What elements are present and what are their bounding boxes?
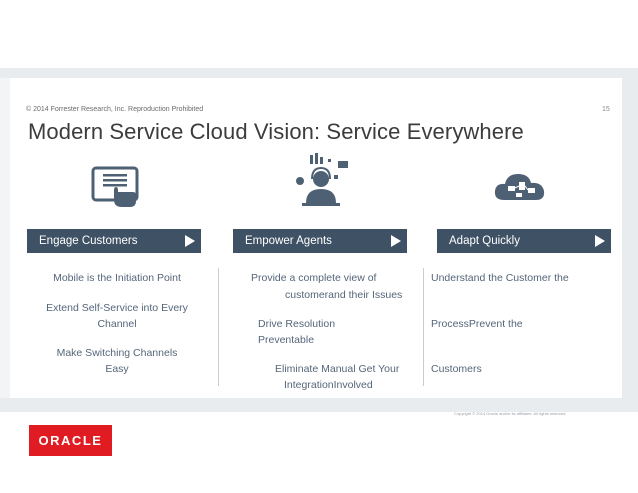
list-item: Extend Self-Service into Every xyxy=(46,302,188,314)
forrester-copyright: © 2014 Forrester Research, Inc. Reproduc… xyxy=(26,106,204,113)
tablet-touch-icon xyxy=(91,166,139,207)
list-item: customerand their Issues xyxy=(285,289,403,301)
list-item: Customers xyxy=(431,363,482,375)
column-divider xyxy=(423,268,424,386)
engage-customers-bar: Engage Customers xyxy=(27,229,201,253)
adapt-quickly-heading: Adapt Quickly xyxy=(449,235,520,247)
list-item: Drive Resolution xyxy=(258,318,336,330)
list-item: Eliminate Manual Get Your xyxy=(275,363,400,375)
play-arrow-icon xyxy=(391,235,401,247)
cloud-network-icon xyxy=(494,174,545,200)
list-item: IntegrationInvolved xyxy=(284,379,373,391)
play-arrow-icon xyxy=(595,235,605,247)
top-band xyxy=(0,68,638,78)
list-item: Understand the Customer the xyxy=(431,272,569,284)
list-item: Preventable xyxy=(258,334,315,346)
empower-agents-bar: Empower Agents xyxy=(233,229,407,253)
list-item: Provide a complete view of xyxy=(251,272,377,284)
list-item: Easy xyxy=(105,363,129,375)
play-arrow-icon xyxy=(185,235,195,247)
column-divider xyxy=(218,268,219,386)
oracle-copyright: Copyright © 2014 Oracle and/or its affil… xyxy=(454,411,567,416)
engage-customers-heading: Engage Customers xyxy=(39,235,138,247)
list-item: Make Switching Channels xyxy=(56,347,178,359)
left-band xyxy=(0,78,10,398)
adapt-quickly-bar: Adapt Quickly xyxy=(437,229,611,253)
agent-headset-icon xyxy=(296,153,348,206)
list-item: ProcessPrevent the xyxy=(431,318,523,330)
page-title: Modern Service Cloud Vision: Service Eve… xyxy=(28,119,524,144)
oracle-logo: ORACLE xyxy=(29,425,112,456)
right-band xyxy=(622,78,638,398)
page-number: 15 xyxy=(602,106,610,113)
bottom-band xyxy=(0,398,638,412)
empower-agents-heading: Empower Agents xyxy=(245,235,332,247)
list-item: Mobile is the Initiation Point xyxy=(53,272,181,284)
list-item: Channel xyxy=(97,318,137,330)
